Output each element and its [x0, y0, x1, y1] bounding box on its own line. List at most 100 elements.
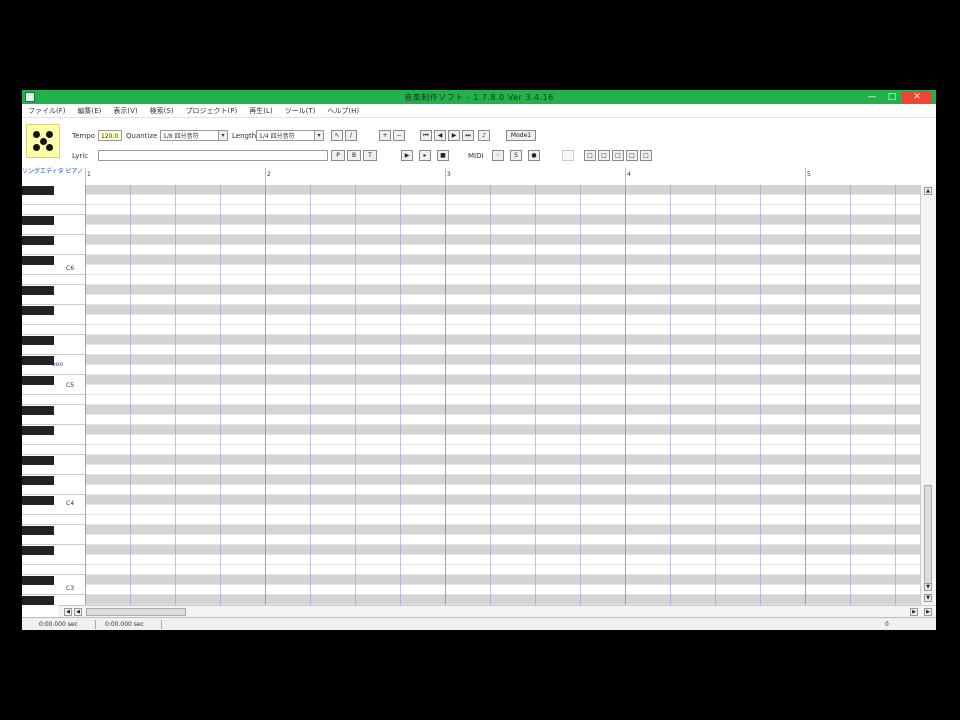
title-bar[interactable]: 音楽制作ソフト - 1.7.8.0 Ver 3.4.16 — □ ✕	[22, 90, 936, 104]
length-select[interactable]: 1/4 四分音符 ▾	[256, 130, 324, 141]
scroll-down-icon[interactable]: ▼	[924, 583, 932, 591]
quantize-select[interactable]: 1/8 四分音符 ▾	[160, 130, 228, 141]
speaker-icon[interactable]: ♪	[478, 130, 490, 141]
black-piano-key[interactable]	[22, 496, 54, 505]
white-key-row[interactable]	[85, 445, 920, 455]
vertical-scroll-thumb[interactable]	[924, 485, 932, 585]
black-piano-key[interactable]	[22, 406, 54, 415]
bar-button[interactable]: B	[347, 150, 361, 161]
horizontal-scroll-thumb[interactable]	[86, 608, 186, 616]
mode-button[interactable]: Mode1	[506, 130, 536, 141]
play-icon[interactable]: ▶	[401, 150, 413, 161]
scroll-left-icon[interactable]: ◀	[74, 608, 82, 616]
vertical-scrollbar[interactable]: ▲ ▼ ▼	[920, 185, 936, 605]
measure-ruler[interactable]: 1 2 3 4 5	[85, 168, 936, 186]
white-key-row[interactable]	[85, 345, 920, 355]
scroll-up-icon[interactable]: ▲	[924, 187, 932, 195]
white-key-row[interactable]	[85, 435, 920, 445]
tempo-input[interactable]: 120.0	[98, 130, 122, 141]
scroll-down-icon[interactable]: ▼	[924, 594, 932, 602]
note-property-button[interactable]: P	[331, 150, 345, 161]
white-key-row[interactable]	[85, 555, 920, 565]
stop-icon[interactable]: ■	[437, 150, 449, 161]
menu-tools[interactable]: ツール(T)	[279, 104, 322, 116]
black-key-row[interactable]	[85, 405, 920, 415]
black-key-row[interactable]	[85, 375, 920, 385]
black-key-row[interactable]	[85, 235, 920, 245]
white-key-row[interactable]	[85, 565, 920, 575]
white-key-row[interactable]	[85, 265, 920, 275]
black-key-row[interactable]	[85, 545, 920, 555]
black-piano-key[interactable]	[22, 186, 54, 195]
white-key-row[interactable]	[85, 315, 920, 325]
white-key-row[interactable]	[85, 585, 920, 595]
black-piano-key[interactable]	[22, 476, 54, 485]
scroll-right-icon[interactable]: ▶	[924, 608, 932, 616]
black-piano-key[interactable]	[22, 596, 54, 605]
menu-edit[interactable]: 編集(E)	[72, 104, 108, 116]
midi-in-icon[interactable]: ◦	[492, 150, 504, 161]
white-key-row[interactable]	[85, 505, 920, 515]
view-toggle-icon[interactable]: □	[584, 150, 596, 161]
black-key-row[interactable]	[85, 185, 920, 195]
black-piano-key[interactable]	[22, 306, 54, 315]
white-key-row[interactable]	[85, 195, 920, 205]
step-forward-icon[interactable]: ▶	[448, 130, 460, 141]
rewind-icon[interactable]: ⏮	[420, 130, 432, 141]
maximize-button[interactable]: □	[882, 91, 902, 103]
black-piano-key[interactable]	[22, 256, 54, 265]
menu-project[interactable]: プロジェクト(P)	[180, 104, 244, 116]
black-piano-key[interactable]	[22, 286, 54, 295]
white-key-row[interactable]	[85, 395, 920, 405]
white-key-row[interactable]	[85, 205, 920, 215]
black-piano-key[interactable]	[22, 526, 54, 535]
lyric-input[interactable]	[98, 150, 328, 161]
black-key-row[interactable]	[85, 495, 920, 505]
piano-keyboard[interactable]: ooo C6 C5 C4 C3	[22, 185, 86, 605]
scroll-left-icon[interactable]: ◀	[64, 608, 72, 616]
black-key-row[interactable]	[85, 595, 920, 605]
view-toggle-icon[interactable]: □	[626, 150, 638, 161]
black-key-row[interactable]	[85, 525, 920, 535]
white-key-row[interactable]	[85, 465, 920, 475]
pointer-tool-button[interactable]: ↖	[331, 130, 343, 141]
black-key-row[interactable]	[85, 335, 920, 345]
black-piano-key[interactable]	[22, 546, 54, 555]
white-key-row[interactable]	[85, 485, 920, 495]
black-piano-key[interactable]	[22, 456, 54, 465]
piano-roll-grid[interactable]	[85, 185, 920, 605]
text-tool-button[interactable]: T	[363, 150, 377, 161]
black-key-row[interactable]	[85, 305, 920, 315]
menu-file[interactable]: ファイル(F)	[22, 104, 72, 116]
black-key-row[interactable]	[85, 285, 920, 295]
white-key-row[interactable]	[85, 515, 920, 525]
disabled-tool-icon[interactable]	[562, 150, 574, 161]
pencil-tool-button[interactable]: /	[345, 130, 357, 141]
menu-search[interactable]: 検索(S)	[144, 104, 180, 116]
white-key-row[interactable]	[85, 415, 920, 425]
black-key-row[interactable]	[85, 255, 920, 265]
black-key-row[interactable]	[85, 575, 920, 585]
black-piano-key[interactable]	[22, 216, 54, 225]
menu-help[interactable]: ヘルプ(H)	[321, 104, 365, 116]
minimize-button[interactable]: —	[862, 91, 882, 103]
black-piano-key[interactable]	[22, 356, 54, 365]
white-key-row[interactable]	[85, 275, 920, 285]
white-key-row[interactable]	[85, 535, 920, 545]
view-toggle-icon[interactable]: □	[640, 150, 652, 161]
menu-play[interactable]: 再生(L)	[243, 104, 278, 116]
black-piano-key[interactable]	[22, 576, 54, 585]
zoom-in-icon[interactable]: +	[379, 130, 391, 141]
menu-view[interactable]: 表示(V)	[107, 104, 143, 116]
black-piano-key[interactable]	[22, 236, 54, 245]
dropdown-arrow-icon[interactable]: ▾	[314, 131, 323, 140]
close-button[interactable]: ✕	[902, 91, 932, 103]
view-toggle-icon[interactable]: □	[598, 150, 610, 161]
white-key-row[interactable]	[85, 325, 920, 335]
black-key-row[interactable]	[85, 475, 920, 485]
step-back-icon[interactable]: ◀	[434, 130, 446, 141]
black-piano-key[interactable]	[22, 336, 54, 345]
pause-icon[interactable]: ▸	[419, 150, 431, 161]
scroll-right-icon[interactable]: ▶	[910, 608, 918, 616]
zoom-out-icon[interactable]: −	[393, 130, 405, 141]
